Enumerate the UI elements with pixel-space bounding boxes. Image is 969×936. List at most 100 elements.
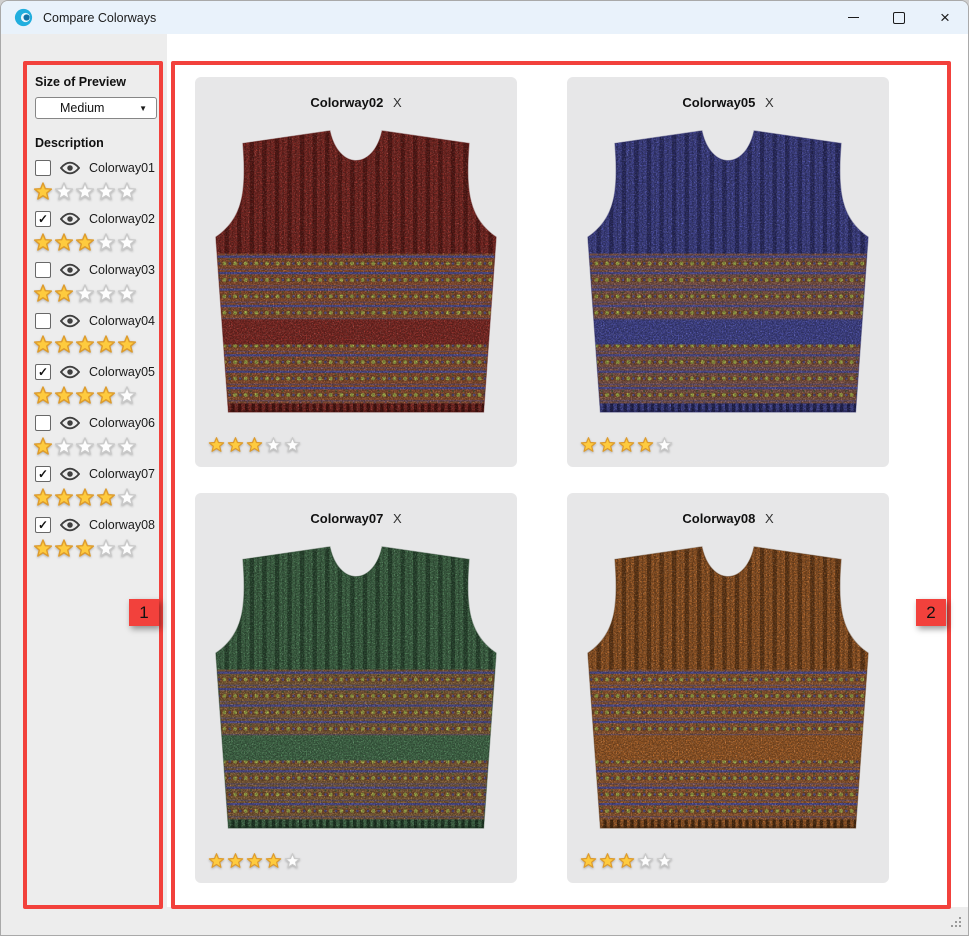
colorway-checkbox[interactable] xyxy=(35,517,51,533)
star-empty-icon[interactable] xyxy=(96,283,116,303)
star-filled-icon[interactable] xyxy=(75,232,95,252)
star-empty-icon[interactable] xyxy=(656,436,673,453)
maximize-button[interactable] xyxy=(876,1,922,34)
card-close-button[interactable]: X xyxy=(765,511,774,526)
star-filled-icon[interactable] xyxy=(33,334,53,354)
colorway-checkbox[interactable] xyxy=(35,262,51,278)
colorway-row: Colorway05 xyxy=(35,362,159,382)
star-empty-icon[interactable] xyxy=(96,232,116,252)
star-filled-icon[interactable] xyxy=(96,487,116,507)
rating-stars xyxy=(33,538,159,558)
colorway-checkbox[interactable] xyxy=(35,160,51,176)
star-empty-icon[interactable] xyxy=(117,436,137,456)
eye-icon[interactable] xyxy=(60,518,80,532)
star-filled-icon[interactable] xyxy=(208,436,225,453)
star-filled-icon[interactable] xyxy=(227,436,244,453)
eye-icon[interactable] xyxy=(60,416,80,430)
card-close-button[interactable]: X xyxy=(393,95,402,110)
size-of-preview-dropdown[interactable]: Medium ▼ xyxy=(35,97,157,119)
star-empty-icon[interactable] xyxy=(75,436,95,456)
star-filled-icon[interactable] xyxy=(599,436,616,453)
star-filled-icon[interactable] xyxy=(96,385,116,405)
colorway-checkbox[interactable] xyxy=(35,466,51,482)
star-filled-icon[interactable] xyxy=(246,436,263,453)
colorway-checkbox[interactable] xyxy=(35,415,51,431)
vest-image xyxy=(567,537,889,837)
star-empty-icon[interactable] xyxy=(117,232,137,252)
colorway-card: Colorway07 X xyxy=(195,493,517,883)
star-filled-icon[interactable] xyxy=(208,852,225,869)
star-empty-icon[interactable] xyxy=(117,538,137,558)
colorway-row: Colorway08 xyxy=(35,515,159,535)
star-filled-icon[interactable] xyxy=(33,283,53,303)
star-filled-icon[interactable] xyxy=(54,232,74,252)
star-filled-icon[interactable] xyxy=(246,852,263,869)
eye-icon[interactable] xyxy=(60,212,80,226)
annotation-badge-1: 1 xyxy=(129,599,159,626)
star-empty-icon[interactable] xyxy=(96,181,116,201)
star-empty-icon[interactable] xyxy=(117,181,137,201)
eye-icon[interactable] xyxy=(60,161,80,175)
star-empty-icon[interactable] xyxy=(284,436,301,453)
star-filled-icon[interactable] xyxy=(54,385,74,405)
star-empty-icon[interactable] xyxy=(656,852,673,869)
colorway-checkbox[interactable] xyxy=(35,211,51,227)
eye-icon[interactable] xyxy=(60,365,80,379)
star-empty-icon[interactable] xyxy=(637,852,654,869)
star-empty-icon[interactable] xyxy=(75,283,95,303)
star-filled-icon[interactable] xyxy=(637,436,654,453)
eye-icon[interactable] xyxy=(60,467,80,481)
chevron-down-icon: ▼ xyxy=(139,104,147,113)
card-grid: Colorway02 X Colorway05 X Colorway07 X C… xyxy=(195,77,889,883)
star-empty-icon[interactable] xyxy=(75,181,95,201)
star-filled-icon[interactable] xyxy=(75,334,95,354)
vest-render xyxy=(211,121,501,421)
star-filled-icon[interactable] xyxy=(33,181,53,201)
star-filled-icon[interactable] xyxy=(33,487,53,507)
star-empty-icon[interactable] xyxy=(265,436,282,453)
star-filled-icon[interactable] xyxy=(54,283,74,303)
star-empty-icon[interactable] xyxy=(96,436,116,456)
star-empty-icon[interactable] xyxy=(54,181,74,201)
star-empty-icon[interactable] xyxy=(284,852,301,869)
star-filled-icon[interactable] xyxy=(227,852,244,869)
star-filled-icon[interactable] xyxy=(33,385,53,405)
star-filled-icon[interactable] xyxy=(75,385,95,405)
colorway-label: Colorway05 xyxy=(89,365,155,379)
star-empty-icon[interactable] xyxy=(54,436,74,456)
eye-icon[interactable] xyxy=(60,263,80,277)
star-empty-icon[interactable] xyxy=(117,283,137,303)
star-filled-icon[interactable] xyxy=(54,538,74,558)
card-close-button[interactable]: X xyxy=(393,511,402,526)
star-filled-icon[interactable] xyxy=(96,334,116,354)
app-window: Compare Colorways × Size of Preview Medi… xyxy=(0,0,969,936)
star-filled-icon[interactable] xyxy=(75,487,95,507)
window-controls: × xyxy=(830,1,968,34)
minimize-button[interactable] xyxy=(830,1,876,34)
resize-grip[interactable] xyxy=(948,916,962,930)
vest-image xyxy=(195,121,517,421)
star-filled-icon[interactable] xyxy=(618,852,635,869)
star-filled-icon[interactable] xyxy=(54,487,74,507)
colorway-label: Colorway01 xyxy=(89,161,155,175)
star-filled-icon[interactable] xyxy=(265,852,282,869)
card-close-button[interactable]: X xyxy=(765,95,774,110)
star-filled-icon[interactable] xyxy=(54,334,74,354)
colorway-checkbox[interactable] xyxy=(35,364,51,380)
star-empty-icon[interactable] xyxy=(117,487,137,507)
star-filled-icon[interactable] xyxy=(618,436,635,453)
colorway-checkbox[interactable] xyxy=(35,313,51,329)
star-filled-icon[interactable] xyxy=(580,852,597,869)
star-empty-icon[interactable] xyxy=(96,538,116,558)
star-filled-icon[interactable] xyxy=(75,538,95,558)
rating-stars xyxy=(33,487,159,507)
eye-icon[interactable] xyxy=(60,314,80,328)
star-filled-icon[interactable] xyxy=(580,436,597,453)
close-button[interactable]: × xyxy=(922,1,968,34)
star-filled-icon[interactable] xyxy=(599,852,616,869)
star-filled-icon[interactable] xyxy=(33,538,53,558)
star-filled-icon[interactable] xyxy=(117,334,137,354)
star-filled-icon[interactable] xyxy=(33,436,53,456)
star-empty-icon[interactable] xyxy=(117,385,137,405)
star-filled-icon[interactable] xyxy=(33,232,53,252)
